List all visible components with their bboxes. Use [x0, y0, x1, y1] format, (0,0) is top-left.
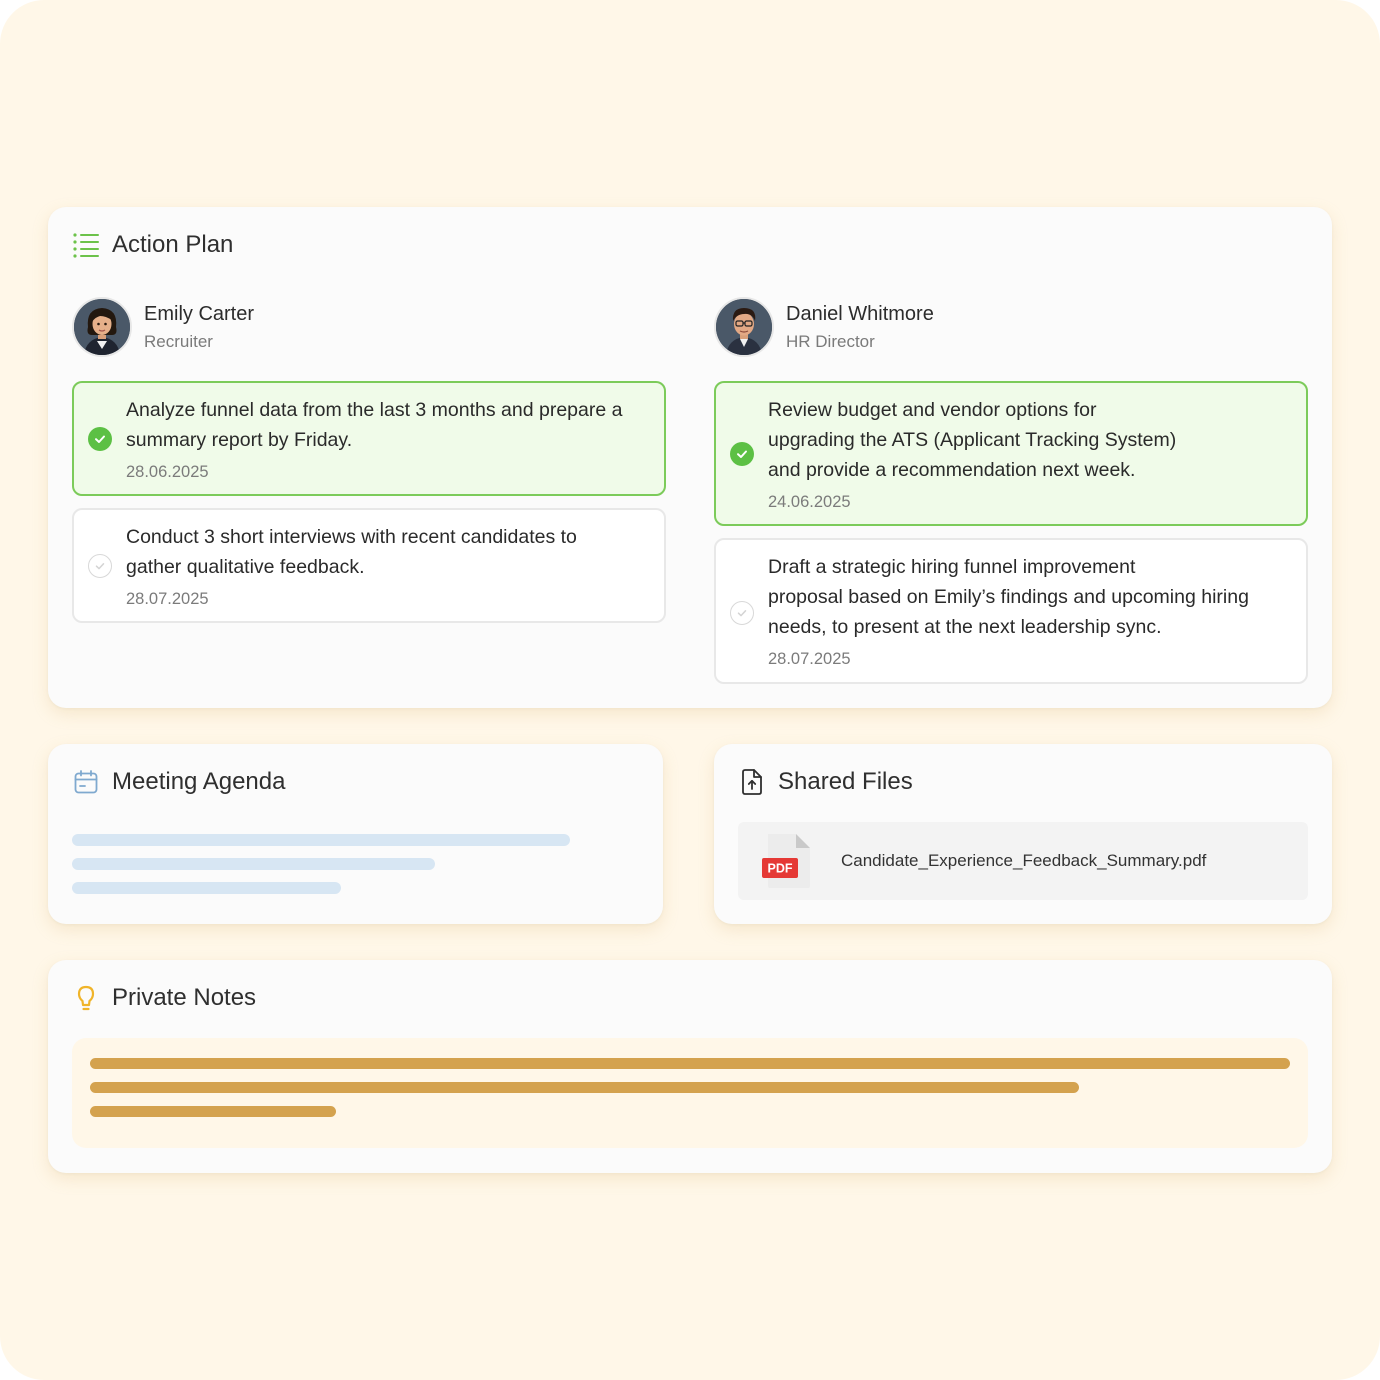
shared-files-card: Shared Files PDF Candidate_Experience_Fe… — [714, 744, 1332, 924]
agenda-placeholder-line — [72, 834, 570, 846]
agenda-placeholder-line — [72, 882, 341, 894]
task-content: Draft a strategic hiring funnel improvem… — [768, 552, 1292, 670]
meeting-agenda-header: Meeting Agenda — [72, 768, 285, 796]
person-role: HR Director — [786, 331, 875, 351]
action-plan-header: Action Plan — [72, 231, 233, 259]
page-background: Action Plan Emily Carter Recruiter Analy… — [0, 0, 1380, 1380]
person-name: Daniel Whitmore — [786, 302, 934, 325]
meeting-agenda-title: Meeting Agenda — [112, 768, 286, 795]
task-text-line: Draft a strategic hiring funnel improvem… — [768, 556, 1136, 578]
private-notes-header: Private Notes — [72, 984, 256, 1012]
check-circle-icon[interactable] — [88, 427, 112, 451]
task-text-line: Review budget and vendor options for — [768, 399, 1097, 421]
action-plan-title: Action Plan — [112, 231, 234, 258]
agenda-placeholder-line — [72, 858, 435, 870]
notes-placeholder-line — [90, 1082, 1079, 1093]
task-text-line: needs, to present at the next leadership… — [768, 616, 1162, 638]
pdf-file-icon: PDF — [760, 832, 812, 895]
person-name: Emily Carter — [144, 302, 255, 325]
task-text-line: Analyze funnel data from the last 3 mont… — [126, 399, 623, 421]
task-text-line: Conduct 3 short interviews with recent c… — [126, 526, 577, 548]
task-date: 28.07.2025 — [768, 650, 851, 668]
task-date: 28.06.2025 — [126, 463, 209, 481]
check-circle-icon[interactable] — [730, 442, 754, 466]
task-content: Analyze funnel data from the last 3 mont… — [126, 395, 650, 483]
task-text-line: upgrading the ATS (Applicant Tracking Sy… — [768, 429, 1177, 451]
file-name[interactable]: Candidate_Experience_Feedback_Summary.pd… — [841, 851, 1206, 871]
avatar — [714, 297, 774, 357]
task-text-line: proposal based on Emily’s findings and u… — [768, 586, 1249, 608]
person-daniel: Daniel Whitmore HR Director — [714, 297, 934, 357]
task-item[interactable]: Review budget and vendor options for upg… — [714, 381, 1308, 526]
shared-files-title: Shared Files — [778, 768, 913, 795]
lightbulb-icon — [72, 984, 100, 1012]
task-text-line: and provide a recommendation next week. — [768, 459, 1136, 481]
notes-placeholder-line — [90, 1058, 1290, 1069]
private-notes-card: Private Notes — [48, 960, 1332, 1173]
task-text-line: summary report by Friday. — [126, 429, 353, 451]
task-content: Review budget and vendor options for upg… — [768, 395, 1292, 513]
person-emily: Emily Carter Recruiter — [72, 297, 254, 357]
notes-placeholder-line — [90, 1106, 336, 1117]
file-upload-icon — [738, 768, 766, 796]
action-plan-card: Action Plan Emily Carter Recruiter Analy… — [48, 207, 1332, 708]
person-role: Recruiter — [144, 331, 213, 351]
pdf-badge-label: PDF — [768, 862, 793, 876]
list-icon — [72, 231, 100, 259]
check-circle-outline-icon[interactable] — [730, 601, 754, 625]
calendar-icon — [72, 768, 100, 796]
task-item[interactable]: Analyze funnel data from the last 3 mont… — [72, 381, 666, 496]
check-circle-outline-icon[interactable] — [88, 554, 112, 578]
task-item[interactable]: Conduct 3 short interviews with recent c… — [72, 508, 666, 623]
file-item[interactable]: PDF Candidate_Experience_Feedback_Summar… — [738, 822, 1308, 900]
avatar — [72, 297, 132, 357]
shared-files-header: Shared Files — [738, 768, 913, 796]
private-notes-title: Private Notes — [112, 984, 257, 1011]
task-date: 28.07.2025 — [126, 590, 209, 608]
meeting-agenda-card: Meeting Agenda — [48, 744, 663, 924]
task-text-line: gather qualitative feedback. — [126, 556, 365, 578]
task-date: 24.06.2025 — [768, 493, 851, 511]
task-item[interactable]: Draft a strategic hiring funnel improvem… — [714, 538, 1308, 684]
task-content: Conduct 3 short interviews with recent c… — [126, 522, 650, 610]
notes-input-area[interactable] — [72, 1038, 1308, 1148]
